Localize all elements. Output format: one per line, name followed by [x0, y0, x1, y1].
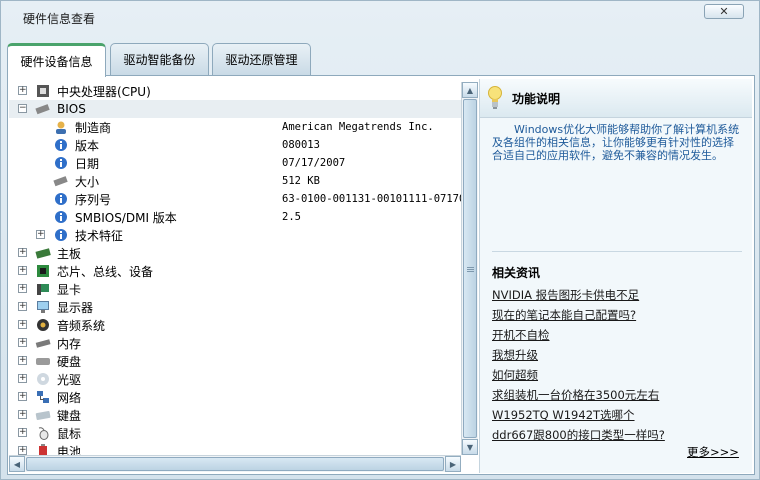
info-icon [53, 227, 69, 243]
tab-driver-backup[interactable]: 驱动智能备份 [110, 43, 209, 75]
tree-row-smbios[interactable]: SMBIOS/DMI 版本 2.5 [9, 208, 461, 226]
memory-icon [35, 335, 51, 351]
chevron-up-icon: ▲ [466, 85, 474, 95]
tree-horizontal-scrollbar[interactable]: ◀ ▶ [9, 455, 461, 472]
monitor-icon [35, 299, 51, 315]
expand-icon[interactable]: + [18, 284, 27, 293]
scroll-thumb[interactable] [26, 457, 444, 471]
expand-icon[interactable]: + [18, 86, 27, 95]
expand-icon[interactable]: + [18, 356, 27, 365]
expand-icon[interactable]: + [18, 446, 27, 455]
expand-icon[interactable]: + [18, 320, 27, 329]
sidebar-title: 功能说明 [512, 92, 561, 106]
window-title: 硬件信息查看 [23, 12, 96, 26]
expand-icon[interactable]: + [18, 428, 27, 437]
news-link[interactable]: ddr667跟800的接口类型一样吗? [492, 427, 665, 443]
lightbulb-icon [488, 86, 502, 109]
expand-icon[interactable]: + [18, 392, 27, 401]
tab-driver-restore[interactable]: 驱动还原管理 [212, 43, 311, 75]
expand-icon[interactable]: + [18, 302, 27, 311]
user-icon [53, 119, 69, 135]
news-link[interactable]: 现在的笔记本能自己配置吗? [492, 307, 636, 323]
collapse-icon[interactable]: − [18, 104, 27, 113]
hardware-tree: + 中央处理器(CPU) − BIOS 制造商 American Megatre… [9, 81, 461, 457]
tree-row-features[interactable]: + 技术特征 [9, 226, 461, 244]
harddisk-icon [35, 353, 51, 369]
tree-item-memory[interactable]: + 内存 [9, 334, 461, 352]
tree-row-serial[interactable]: 序列号 63-0100-001131-00101111-071707 [9, 190, 461, 208]
close-icon: ✕ [719, 5, 729, 18]
news-link[interactable]: 我想升级 [492, 347, 538, 363]
tree-item-audio[interactable]: + 音频系统 [9, 316, 461, 334]
expand-icon[interactable]: + [18, 266, 27, 275]
tree-row-size[interactable]: 大小 512 KB [9, 172, 461, 190]
news-link[interactable]: 求组装机一台价格在3500元左右 [492, 387, 659, 403]
close-button[interactable]: ✕ [704, 4, 744, 19]
feature-description: Windows优化大师能够帮助你了解计算机系统及各组件的相关信息，让你能够更有针… [492, 123, 740, 162]
info-icon [53, 209, 69, 225]
sidebar-header: 功能说明 [480, 79, 752, 118]
more-link[interactable]: 更多>>> [687, 444, 739, 460]
optical-drive-icon [35, 371, 51, 387]
app-window: 硬件信息查看 ✕ 硬件设备信息 驱动智能备份 驱动还原管理 + 中央处理器(CP… [0, 0, 760, 480]
graphics-card-icon [35, 281, 51, 297]
chipset-icon [35, 263, 51, 279]
tree-item-chipset[interactable]: + 芯片、总线、设备 [9, 262, 461, 280]
tree-item-keyboard[interactable]: + 键盘 [9, 406, 461, 424]
scroll-thumb[interactable] [463, 99, 477, 438]
tree-item-bios[interactable]: − BIOS [9, 100, 461, 118]
tree-item-mouse[interactable]: + 鼠标 [9, 424, 461, 442]
cpu-icon [35, 83, 51, 99]
expand-icon[interactable]: + [18, 338, 27, 347]
divider [492, 251, 742, 252]
tree-item-cpu[interactable]: + 中央处理器(CPU) [9, 82, 461, 100]
chevron-down-icon: ▼ [466, 442, 474, 452]
tree-item-optical[interactable]: + 光驱 [9, 370, 461, 388]
info-icon [53, 155, 69, 171]
info-icon [53, 137, 69, 153]
scroll-up-button[interactable]: ▲ [462, 82, 478, 98]
tree-item-motherboard[interactable]: + 主板 [9, 244, 461, 262]
expand-icon[interactable]: + [18, 248, 27, 257]
expand-icon[interactable]: + [18, 410, 27, 419]
news-link[interactable]: W1952TQ W1942T选哪个 [492, 407, 635, 423]
chip-icon [35, 101, 51, 117]
tree-item-network[interactable]: + 网络 [9, 388, 461, 406]
network-icon [35, 389, 51, 405]
tree-row-date[interactable]: 日期 07/17/2007 [9, 154, 461, 172]
news-link[interactable]: 如何超频 [492, 367, 538, 383]
speaker-icon [35, 317, 51, 333]
scroll-left-button[interactable]: ◀ [9, 456, 25, 472]
tab-hardware-info[interactable]: 硬件设备信息 [7, 43, 106, 77]
tree-item-monitor[interactable]: + 显示器 [9, 298, 461, 316]
motherboard-icon [35, 245, 51, 261]
expand-icon[interactable]: + [36, 230, 45, 239]
expand-icon[interactable]: + [18, 374, 27, 383]
info-sidebar: 功能说明 Windows优化大师能够帮助你了解计算机系统及各组件的相关信息，让你… [479, 79, 752, 473]
tree-item-gpu[interactable]: + 显卡 [9, 280, 461, 298]
tree-item-harddisk[interactable]: + 硬盘 [9, 352, 461, 370]
news-link[interactable]: 开机不自检 [492, 327, 550, 343]
chevron-left-icon: ◀ [13, 459, 21, 469]
mouse-icon [35, 425, 51, 441]
tree-row-version[interactable]: 版本 080013 [9, 136, 461, 154]
info-icon [53, 191, 69, 207]
chevron-right-icon: ▶ [449, 459, 457, 469]
tree-row-manufacturer[interactable]: 制造商 American Megatrends Inc. [9, 118, 461, 136]
tree-vertical-scrollbar[interactable]: ▲ ▼ [461, 82, 478, 455]
chip-icon [53, 173, 69, 189]
keyboard-icon [35, 407, 51, 423]
scroll-down-button[interactable]: ▼ [462, 439, 478, 455]
news-link[interactable]: NVIDIA 报告图形卡供电不足 [492, 287, 639, 303]
scroll-right-button[interactable]: ▶ [445, 456, 461, 472]
news-title: 相关资讯 [492, 266, 541, 280]
